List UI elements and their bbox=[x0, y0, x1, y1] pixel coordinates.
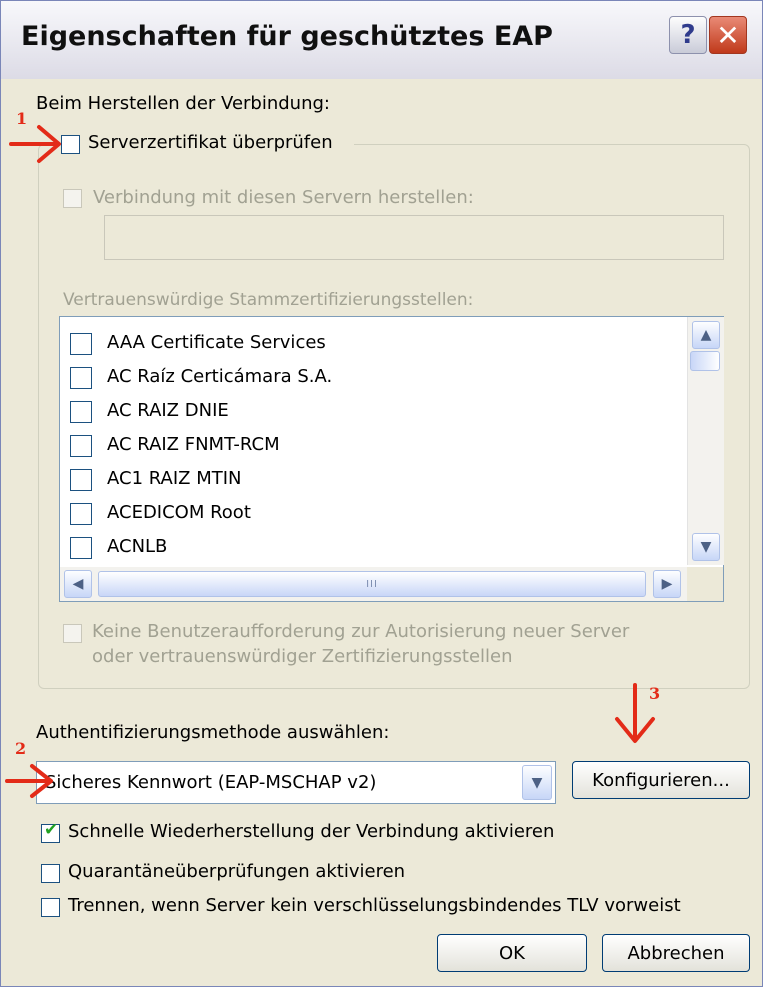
annotation-marker-2: 2 bbox=[15, 739, 27, 758]
arrow-icon bbox=[615, 683, 655, 743]
arrow-icon bbox=[5, 764, 53, 798]
annotation-marker-3: 3 bbox=[649, 684, 661, 703]
verify-cert-text: Serverzertifikat überprüfen bbox=[88, 132, 333, 153]
verify-cert-checkbox-box[interactable] bbox=[61, 135, 80, 154]
eap-properties-dialog: Eigenschaften für geschütztes EAP ? ✕ Be… bbox=[0, 0, 763, 987]
arrow-icon bbox=[9, 125, 61, 163]
